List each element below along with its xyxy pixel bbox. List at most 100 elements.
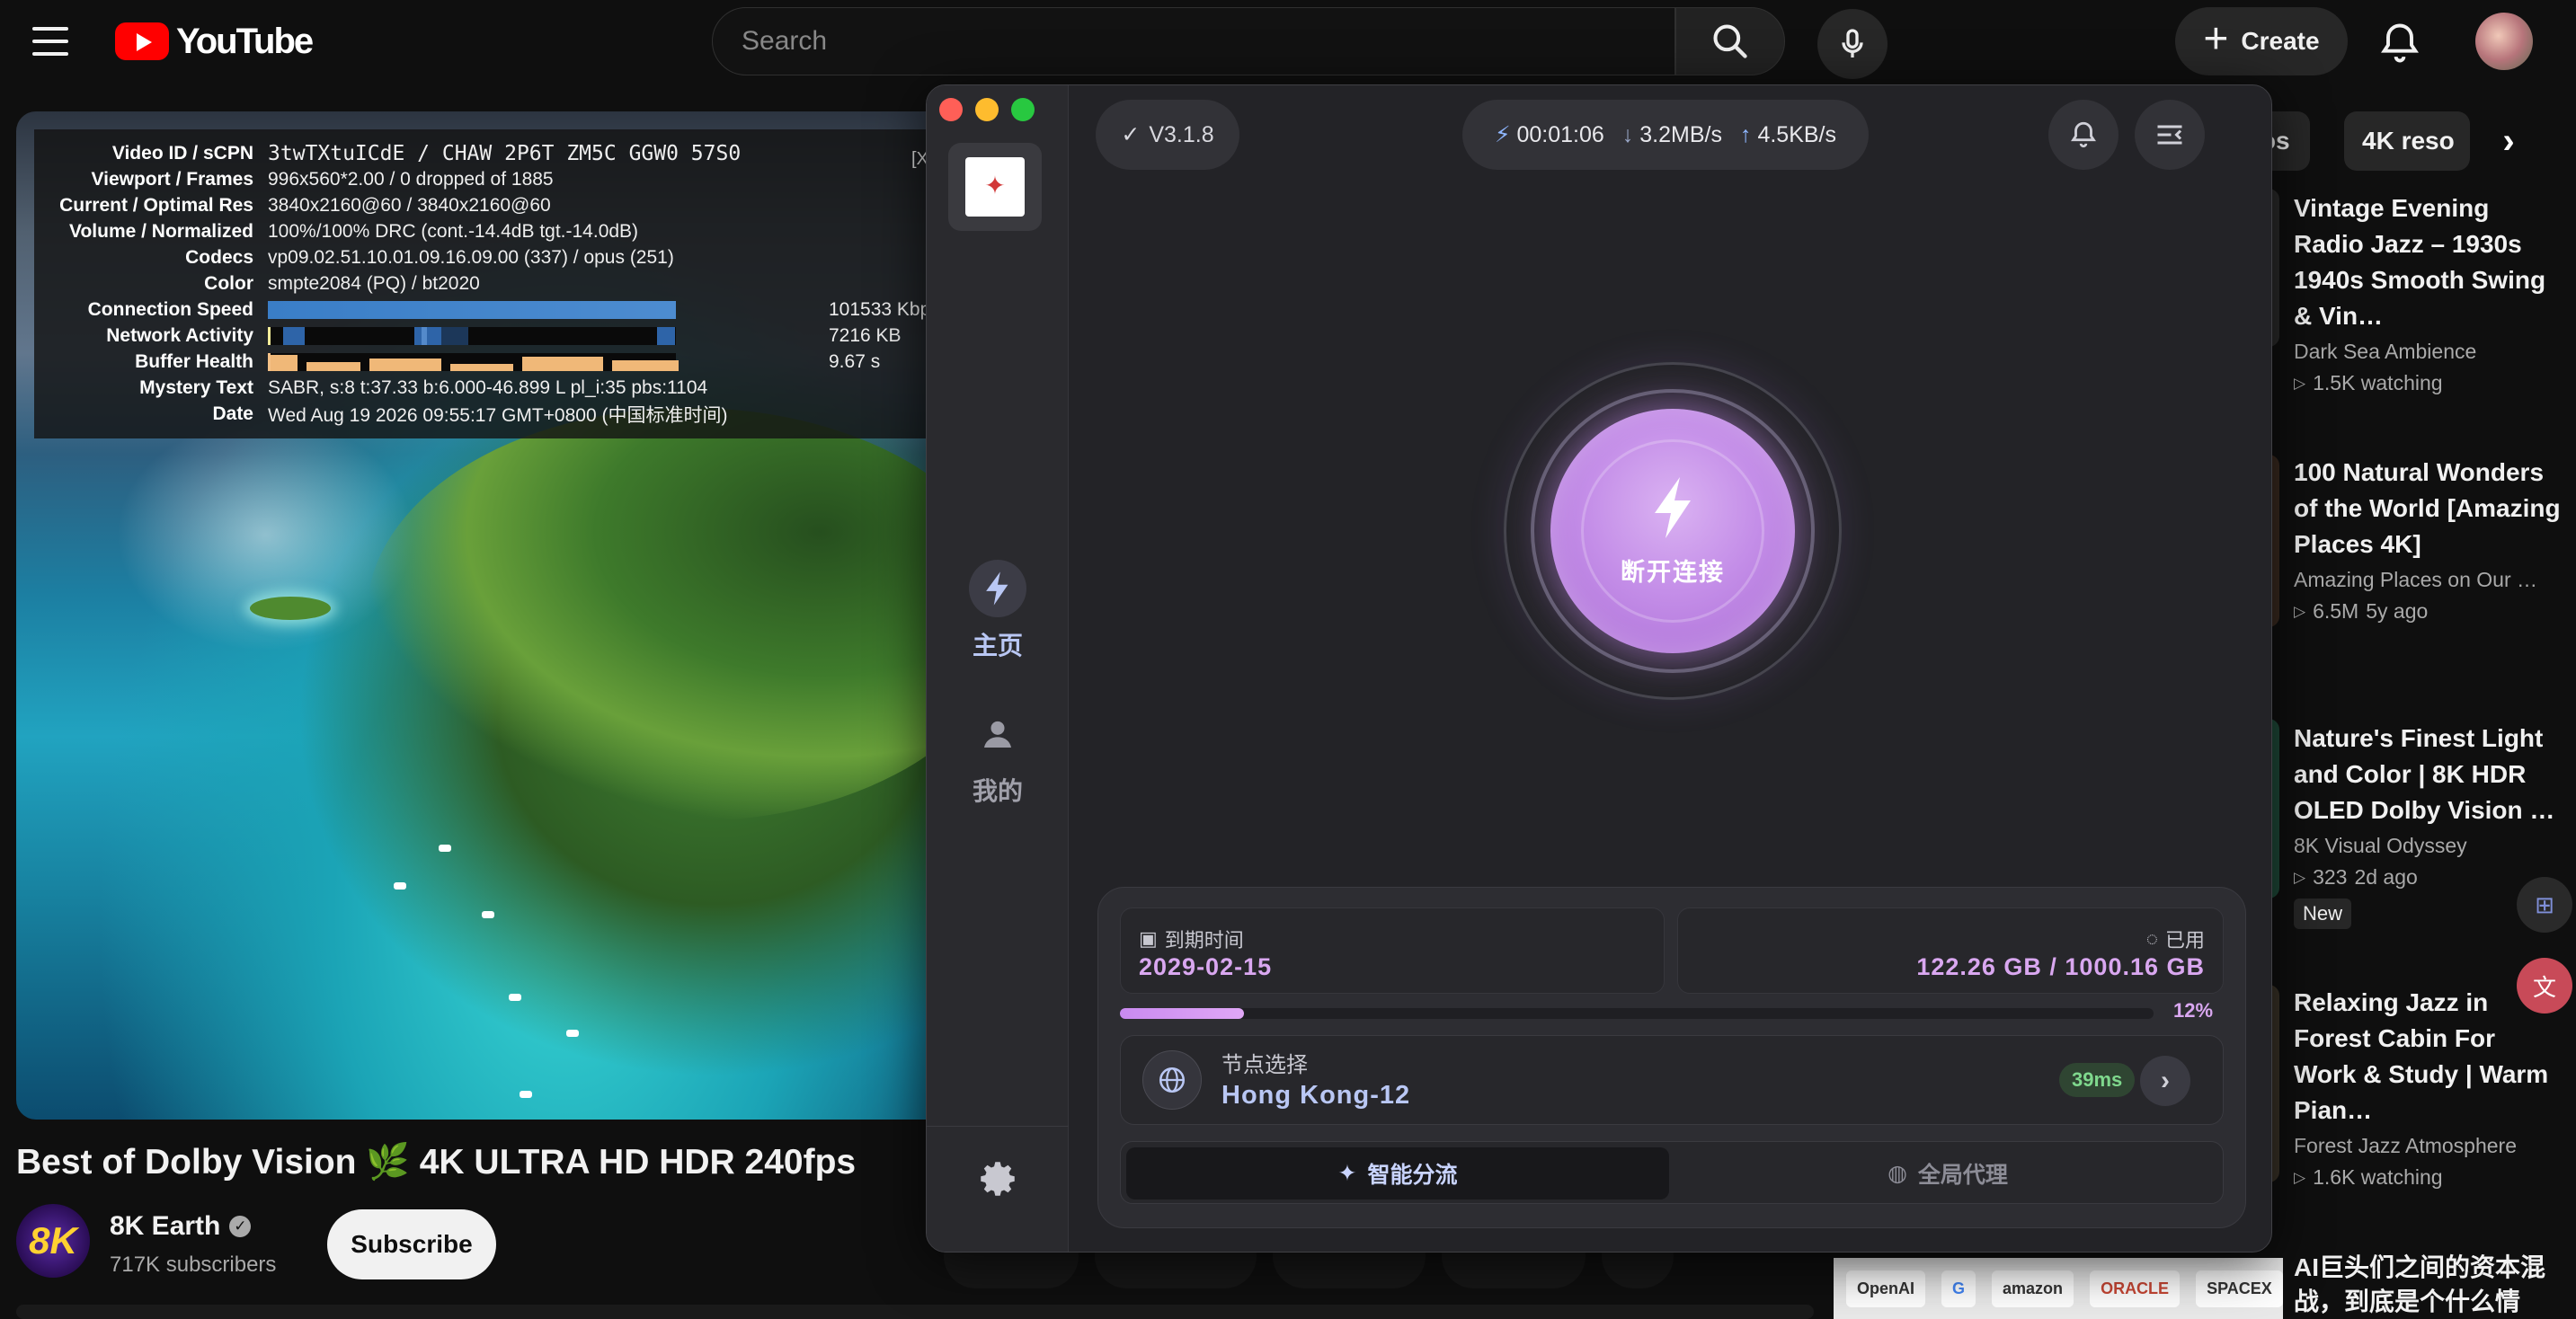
stats-row: Viewport / Frames 996x560*2.00 / 0 droppe… bbox=[34, 166, 1014, 192]
stats-key: Current / Optimal Res bbox=[59, 194, 253, 216]
suggestion-channel: Forest Jazz Atmosphere bbox=[2294, 1134, 2517, 1157]
video-player[interactable]: [X] Video ID / sCPN 3twTXtuICdE / CHAW 2P… bbox=[16, 111, 1014, 1120]
expiry-label: ▣ 到期时间 bbox=[1139, 925, 1244, 953]
subscribe-button[interactable]: Subscribe bbox=[327, 1209, 496, 1279]
youtube-play-icon bbox=[115, 22, 169, 60]
search-input[interactable] bbox=[742, 26, 1674, 57]
youtube-logo-text: YouTube bbox=[176, 21, 314, 61]
globe-icon bbox=[1142, 1050, 1202, 1110]
disconnect-button[interactable]: 断开连接 bbox=[1550, 409, 1795, 653]
window-close-button[interactable] bbox=[939, 98, 963, 121]
stats-value: 100%/100% DRC (cont.-14.4dB tgt.-14.0dB) bbox=[268, 220, 639, 242]
upload-stat: ↑ 4.5KB/s bbox=[1740, 122, 1836, 148]
suggestion-meta: ▷ 1.5K watching bbox=[2294, 371, 2563, 395]
description-box[interactable] bbox=[16, 1305, 1814, 1319]
lightning-icon bbox=[969, 560, 1026, 617]
lightning-small-icon: ⚡ bbox=[1494, 122, 1511, 147]
menu-collapse-button[interactable] bbox=[2135, 100, 2205, 170]
arrow-up-icon: ↑ bbox=[1739, 121, 1752, 147]
stats-key: Network Activity bbox=[106, 324, 253, 346]
subscriber-count: 717K subscribers bbox=[110, 1253, 277, 1277]
views-icon: ▷ bbox=[2294, 868, 2306, 886]
check-icon: ✓ bbox=[1121, 122, 1141, 147]
app-logo: ✦ bbox=[948, 143, 1042, 231]
download-speed: 3.2MB/s bbox=[1639, 121, 1722, 147]
timer-value: 00:01:06 bbox=[1516, 122, 1604, 147]
stats-row: Connection Speed 101533 Kbps bbox=[34, 297, 1014, 323]
suggestion-title: Nature's Finest Light and Color | 8K HDR… bbox=[2294, 724, 2555, 824]
create-button[interactable]: + Create bbox=[2175, 7, 2348, 75]
usage-progress-fill bbox=[1120, 1008, 1244, 1019]
stats-key: Color bbox=[204, 272, 253, 294]
nav-label-profile: 我的 bbox=[972, 777, 1023, 805]
account-avatar[interactable] bbox=[2475, 13, 2533, 70]
stats-key: Volume / Normalized bbox=[69, 220, 253, 242]
vpn-notifications-button[interactable] bbox=[2048, 100, 2119, 170]
bell-icon bbox=[2071, 121, 2096, 148]
connection-speed-bar bbox=[268, 300, 676, 319]
search-box bbox=[712, 7, 1675, 75]
openai-logo: OpenAI bbox=[1846, 1270, 1926, 1307]
stats-value: vp09.02.51.10.01.09.16.09.00 (337) / opu… bbox=[268, 246, 674, 268]
stats-key: Buffer Health bbox=[135, 350, 253, 372]
channel-avatar[interactable]: 8K bbox=[16, 1204, 90, 1278]
video-frame-boat bbox=[439, 845, 451, 852]
suggestion-title[interactable]: AI巨头们之间的资本混战，到底是个什么情 bbox=[2294, 1251, 2563, 1319]
suggestion-item[interactable]: Relaxing Jazz in Forest Cabin For Work &… bbox=[2294, 985, 2563, 1190]
stats-row: Codecs vp09.02.51.10.01.09.16.09.00 (337)… bbox=[34, 244, 1014, 270]
window-maximize-button[interactable] bbox=[1011, 98, 1035, 121]
sparkle-icon: ✦ bbox=[1337, 1161, 1357, 1186]
node-selector[interactable]: 节点选择 Hong Kong-12 39ms › bbox=[1120, 1035, 2224, 1125]
account-panel: ▣ 到期时间 2029-02-15 ◌ 已用 122.26 GB / 1000.16… bbox=[1097, 887, 2246, 1228]
views-icon: ▷ bbox=[2294, 602, 2306, 620]
vpn-app-window: ✦ 主页 我的 ✓ V3.1.8 ⚡ 00:01:06 ↓ 3.2MB/s ↑ … bbox=[926, 84, 2272, 1253]
nav-item-home[interactable]: 主页 bbox=[927, 560, 1069, 662]
plus-icon: + bbox=[2203, 15, 2229, 63]
channel-name[interactable]: 8K Earth ✓ bbox=[110, 1211, 252, 1242]
mode-smart-split[interactable]: ✦ 智能分流 bbox=[1126, 1147, 1669, 1199]
menu-icon[interactable] bbox=[32, 27, 68, 56]
timer: ⚡ 00:01:06 bbox=[1495, 121, 1604, 148]
globe-small-icon: ◍ bbox=[1888, 1161, 1907, 1186]
upload-speed: 4.5KB/s bbox=[1757, 121, 1836, 147]
version-badge[interactable]: ✓ V3.1.8 bbox=[1096, 100, 1239, 170]
nav-item-profile[interactable]: 我的 bbox=[927, 705, 1069, 808]
stats-row: Date Wed Aug 19 2026 09:55:17 GMT+0800 (中… bbox=[34, 401, 1014, 427]
arrow-down-icon: ↓ bbox=[1621, 121, 1634, 147]
channel-name-text: 8K Earth bbox=[110, 1211, 221, 1241]
filter-chip[interactable]: 4K reso bbox=[2344, 111, 2470, 171]
calendar-icon: ▣ bbox=[1139, 927, 1158, 950]
search-button[interactable] bbox=[1675, 7, 1785, 75]
suggestion-item[interactable]: Vintage Evening Radio Jazz – 1930s 1940s… bbox=[2294, 190, 2563, 395]
stats-key: Date bbox=[212, 403, 253, 424]
chevron-right-icon[interactable]: › bbox=[2479, 111, 2538, 171]
expiry-label-text: 到期时间 bbox=[1164, 929, 1244, 952]
youtube-logo[interactable]: YouTube bbox=[115, 21, 314, 61]
circle-progress-icon: ◌ bbox=[2145, 927, 2158, 950]
mode-global-proxy[interactable]: ◍ 全局代理 bbox=[1676, 1147, 2219, 1199]
voice-search-button[interactable] bbox=[1817, 9, 1888, 79]
grid-apps-icon[interactable]: ⊞ bbox=[2517, 877, 2572, 933]
stats-value: SABR, s:8 t:37.33 b:6.000-46.899 L pl_i:… bbox=[268, 376, 708, 398]
usage-value: 122.26 GB / 1000.16 GB bbox=[1916, 953, 2205, 980]
window-minimize-button[interactable] bbox=[975, 98, 999, 121]
suggestion-thumbnail-ai[interactable]: OpenAI G amazon ORACLE SPACEX A\ bbox=[1834, 1258, 2283, 1319]
create-label: Create bbox=[2241, 27, 2320, 55]
chevron-right-icon[interactable]: › bbox=[2140, 1056, 2190, 1106]
suggestion-views: 6.5M bbox=[2313, 599, 2359, 623]
video-frame-boat bbox=[566, 1030, 579, 1037]
download-stat: ↓ 3.2MB/s bbox=[1622, 122, 1722, 148]
stats-key: Mystery Text bbox=[139, 376, 253, 398]
stats-row: Mystery Text SABR, s:8 t:37.33 b:6.000-46… bbox=[34, 375, 1014, 401]
routing-mode-toggle: ✦ 智能分流 ◍ 全局代理 bbox=[1120, 1141, 2224, 1204]
mode-global-label: 全局代理 bbox=[1917, 1163, 2008, 1188]
settings-button[interactable] bbox=[975, 1156, 1020, 1201]
suggestion-channel: Amazing Places on Our … bbox=[2294, 568, 2538, 591]
vpn-main: ✓ V3.1.8 ⚡ 00:01:06 ↓ 3.2MB/s ↑ 4.5KB/s … bbox=[1069, 85, 2271, 1252]
notifications-button[interactable] bbox=[2376, 20, 2423, 66]
suggestion-item[interactable]: 100 Natural Wonders of the World [Amazin… bbox=[2294, 455, 2563, 624]
live-icon: ▷ bbox=[2294, 1168, 2306, 1186]
translate-icon[interactable]: 文 bbox=[2517, 958, 2572, 1014]
suggestion-meta: ▷ 6.5M 5y ago bbox=[2294, 599, 2563, 624]
node-name: Hong Kong-12 bbox=[1221, 1081, 1411, 1110]
